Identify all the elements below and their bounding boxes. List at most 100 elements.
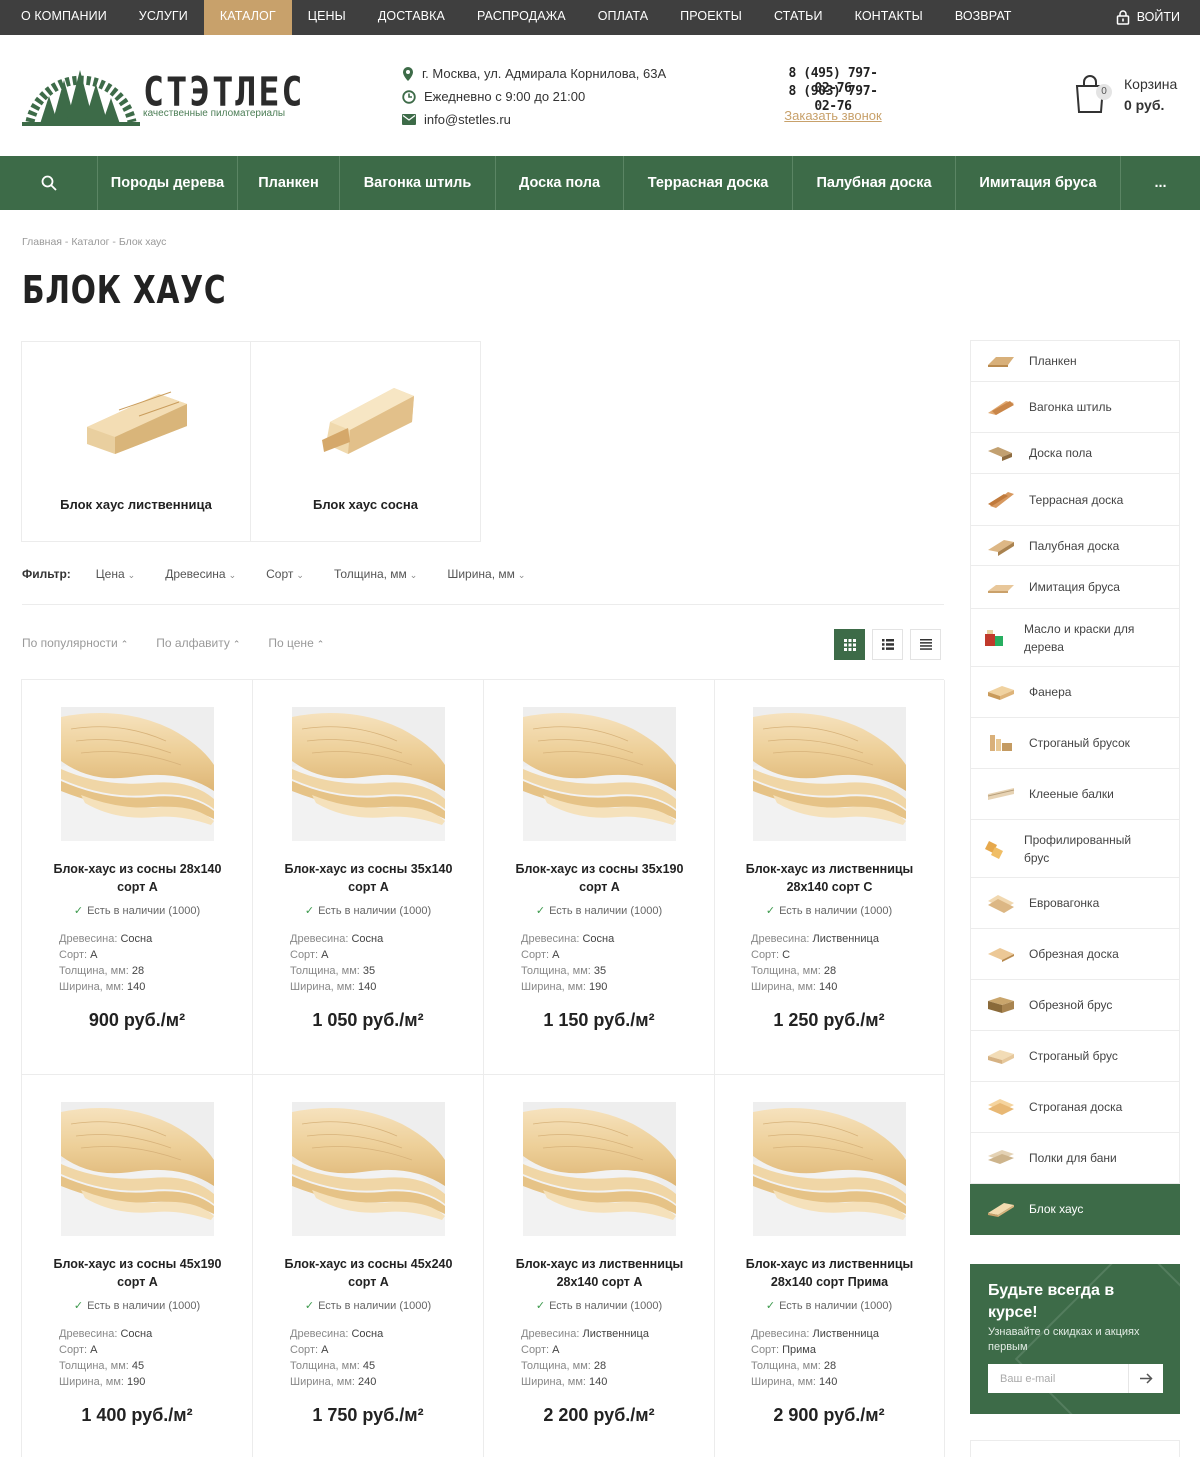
product-card[interactable]: Блок-хаус из лиственницы 28х140 сорт При…	[714, 1075, 945, 1457]
view-grid-button[interactable]	[834, 629, 865, 660]
top-nav-projects[interactable]: ПРОЕКТЫ	[664, 0, 758, 35]
breadcrumb-catalog[interactable]: Каталог	[71, 236, 109, 248]
main-nav-floor-board[interactable]: Доска пола	[496, 156, 624, 210]
view-table-button[interactable]	[910, 629, 941, 660]
main-nav-vagonka[interactable]: Вагонка штиль	[340, 156, 496, 210]
top-nav-articles[interactable]: СТАТЬИ	[758, 0, 839, 35]
sort-popularity[interactable]: По популярности ⌃	[22, 636, 128, 650]
product-card[interactable]: Блок-хаус из сосны 45х190 сорт А ✓ Есть в…	[22, 1075, 253, 1457]
sidebar-item-vagonka[interactable]: Вагонка штиль	[970, 382, 1180, 433]
subscribe-email-input[interactable]	[988, 1364, 1128, 1393]
chevron-down-icon: ⌄	[127, 570, 136, 580]
top-nav-prices[interactable]: ЦЕНЫ	[292, 0, 362, 35]
logo[interactable]: СТЭТЛЕС качественные пиломатериалы	[22, 62, 303, 132]
sort-price[interactable]: По цене ⌃	[268, 636, 324, 650]
sidebar-item-block-house[interactable]: Блок хаус	[970, 1184, 1180, 1235]
sidebar-item-planken[interactable]: Планкен	[970, 340, 1180, 382]
main-nav-wood-species[interactable]: Породы дерева	[98, 156, 238, 210]
filter-wood[interactable]: Древесина ⌄	[165, 567, 236, 604]
product-name[interactable]: Блок-хаус из лиственницы 28х140 сорт При…	[734, 1255, 925, 1291]
filter-price[interactable]: Цена ⌄	[96, 567, 135, 604]
top-nav-catalog[interactable]: КАТАЛОГ	[203, 0, 292, 35]
sidebar-item-edged-timber[interactable]: Обрезной брус	[970, 980, 1180, 1031]
sidebar-item-floor-board[interactable]: Доска пола	[970, 433, 1180, 474]
sidebar-item-planed-timber[interactable]: Строганый брус	[970, 1031, 1180, 1082]
sidebar-item-sauna-shelves[interactable]: Полки для бани	[970, 1133, 1180, 1184]
product-name[interactable]: Блок-хаус из лиственницы 28х140 сорт С	[734, 860, 925, 896]
prop-value: 190	[589, 981, 608, 993]
sidebar-item-edged-board[interactable]: Обрезная доска	[970, 929, 1180, 980]
sidebar-item-eurovagonka[interactable]: Евровагонка	[970, 878, 1180, 929]
hours-text: Ежедневно с 9:00 до 21:00	[424, 89, 586, 104]
product-card[interactable]: Блок-хаус из сосны 35х190 сорт А ✓ Есть в…	[484, 680, 715, 1075]
sidebar-item-deck-board[interactable]: Палубная доска	[970, 526, 1180, 566]
main-nav-timber-imitation[interactable]: Имитация бруса	[956, 156, 1121, 210]
product-props: Древесина: Сосна Сорт: А Толщина, мм: 45…	[290, 1326, 383, 1390]
email-link[interactable]: info@stetles.ru	[424, 112, 511, 127]
search-button[interactable]	[0, 156, 98, 210]
product-name[interactable]: Блок-хаус из сосны 28х140 сорт А	[42, 860, 233, 896]
top-nav-services[interactable]: УСЛУГИ	[123, 0, 204, 35]
prop-label: Древесина:	[290, 933, 349, 945]
filter-width[interactable]: Ширина, мм ⌄	[447, 567, 525, 604]
top-nav-about[interactable]: О КОМПАНИИ	[5, 0, 123, 35]
product-props: Древесина: Сосна Сорт: А Толщина, мм: 35…	[290, 931, 383, 995]
planed-timber-icon	[988, 1050, 1014, 1064]
top-nav-return[interactable]: ВОЗВРАТ	[939, 0, 1028, 35]
prop-value: А	[552, 949, 560, 961]
sidebar-item-profiled-timber[interactable]: Профилированный брус	[970, 820, 1180, 878]
prop-value: 28	[823, 965, 837, 977]
callback-link[interactable]: Заказать звонок	[784, 108, 881, 123]
product-image	[292, 707, 445, 841]
product-card[interactable]: Блок-хаус из лиственницы 28х140 сорт С ✓…	[714, 680, 945, 1075]
subcategory-larch[interactable]: Блок хаус лиственница	[22, 342, 251, 541]
sidebar-item-glued-beams[interactable]: Клееные балки	[970, 769, 1180, 820]
sidebar-item-label: Обрезная доска	[1029, 947, 1119, 961]
product-card[interactable]: Блок-хаус из сосны 28х140 сорт А ✓ Есть в…	[22, 680, 253, 1075]
phone-2[interactable]: 8 (903) 797-02-76	[778, 84, 888, 114]
sidebar-item-timber-imitation[interactable]: Имитация бруса	[970, 566, 1180, 609]
prop-value: 28	[593, 1360, 607, 1372]
view-list-button[interactable]	[872, 629, 903, 660]
prop-value: 140	[358, 981, 377, 993]
top-nav-sale[interactable]: РАСПРОДАЖА	[461, 0, 582, 35]
sidebar-item-plywood[interactable]: Фанера	[970, 667, 1180, 718]
product-props: Древесина: Сосна Сорт: А Толщина, мм: 28…	[59, 931, 152, 995]
top-nav-payment[interactable]: ОПЛАТА	[582, 0, 664, 35]
planed-bar-icon	[990, 735, 1012, 751]
cart[interactable]: 0 Корзина 0 руб.	[1074, 74, 1177, 116]
filter-thickness[interactable]: Толщина, мм ⌄	[334, 567, 417, 604]
stock-text: Есть в наличии (1000)	[87, 905, 201, 917]
filter-grade[interactable]: Сорт ⌄	[266, 567, 304, 604]
product-card[interactable]: Блок-хаус из сосны 35х140 сорт А ✓ Есть в…	[253, 680, 484, 1075]
subscribe-submit-button[interactable]	[1128, 1364, 1163, 1393]
product-props: Древесина: Лиственница Сорт: А Толщина, …	[521, 1326, 649, 1390]
product-name[interactable]: Блок-хаус из сосны 35х190 сорт А	[504, 860, 695, 896]
top-nav-delivery[interactable]: ДОСТАВКА	[362, 0, 461, 35]
product-name[interactable]: Блок-хаус из сосны 35х140 сорт А	[273, 860, 464, 896]
product-card[interactable]: Блок-хаус из лиственницы 28х140 сорт А ✓…	[484, 1075, 715, 1457]
main-nav-planken[interactable]: Планкен	[238, 156, 340, 210]
phone-1[interactable]: 8 (495) 797-02-76	[778, 66, 888, 96]
sidebar-item-planed-board[interactable]: Строганая доска	[970, 1082, 1180, 1133]
main-nav-terrace-board[interactable]: Террасная доска	[624, 156, 793, 210]
product-name[interactable]: Блок-хаус из сосны 45х240 сорт А	[273, 1255, 464, 1291]
sidebar-item-oils-paints[interactable]: Масло и краски для дерева	[970, 609, 1180, 667]
breadcrumb-home[interactable]: Главная	[22, 236, 62, 248]
prop-label: Сорт:	[59, 949, 88, 961]
product-name[interactable]: Блок-хаус из лиственницы 28х140 сорт А	[504, 1255, 695, 1291]
subcategory-pine[interactable]: Блок хаус сосна	[251, 342, 480, 541]
top-nav-contacts[interactable]: КОНТАКТЫ	[839, 0, 939, 35]
product-card[interactable]: Блок-хаус из сосны 45х240 сорт А ✓ Есть в…	[253, 1075, 484, 1457]
prop-value: 35	[593, 965, 607, 977]
product-name[interactable]: Блок-хаус из сосны 45х190 сорт А	[42, 1255, 233, 1291]
sidebar-item-planed-bar[interactable]: Строганый брусок	[970, 718, 1180, 769]
sort-alphabet[interactable]: По алфавиту ⌃	[156, 636, 240, 650]
sidebar-item-terrace-board[interactable]: Террасная доска	[970, 474, 1180, 526]
main-nav-deck-board[interactable]: Палубная доска	[793, 156, 956, 210]
prop-value: 45	[362, 1360, 376, 1372]
main-nav-more[interactable]: ...	[1121, 156, 1200, 210]
login-button[interactable]: ВОЙТИ	[1116, 0, 1180, 35]
prop-label: Сорт:	[521, 949, 550, 961]
sidebar-item-label: Профилированный брус	[1024, 832, 1132, 865]
